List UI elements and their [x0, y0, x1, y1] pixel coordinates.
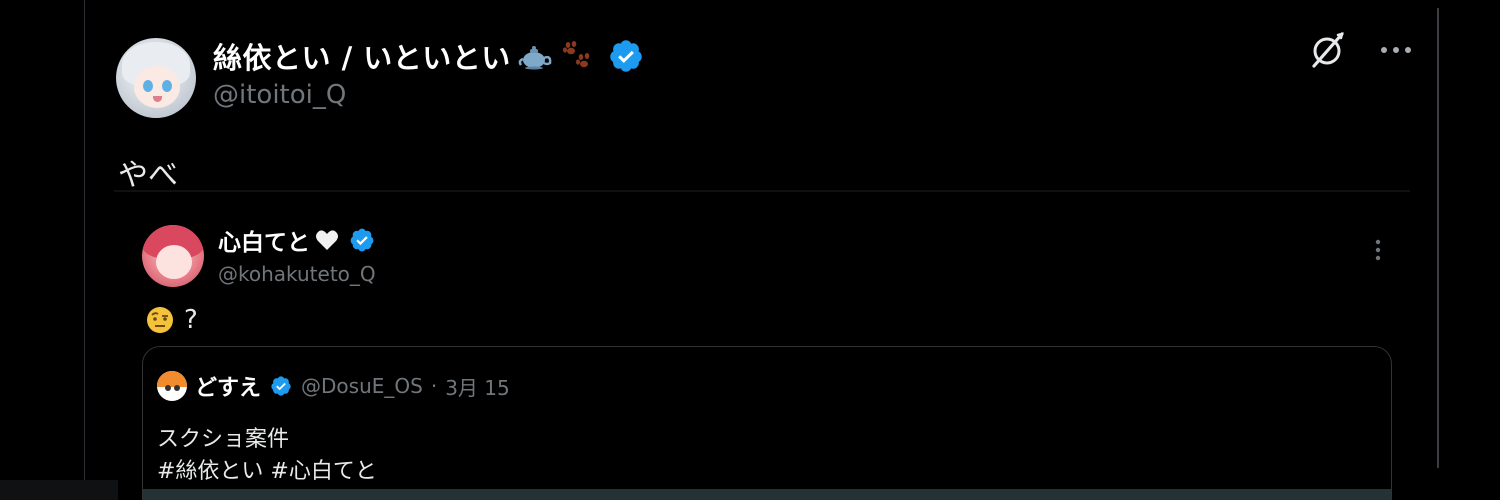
column-border-right: [1437, 8, 1439, 468]
verified-badge-icon[interactable]: [348, 226, 376, 254]
author-handle[interactable]: @itoitoi_Q: [213, 80, 346, 110]
nested-quote-avatar[interactable]: [157, 371, 187, 401]
avatar-face: [156, 245, 192, 279]
nested-quote-date[interactable]: 3月 15: [445, 372, 510, 401]
author-display-name[interactable]: 絲依とい / いといとい: [213, 35, 511, 77]
post-text: やべ: [118, 158, 178, 193]
quoted-author-avatar[interactable]: [142, 225, 204, 287]
white-heart-icon: [314, 227, 340, 253]
corner-shade: [0, 480, 118, 500]
nested-quote-media-preview[interactable]: [143, 489, 1391, 500]
avatar-eye-left: [165, 385, 171, 391]
author-name-row[interactable]: 絲依とい / いといとい: [213, 36, 645, 76]
nested-quote-hashtags[interactable]: #絲依とい #心白てと: [157, 453, 377, 485]
avatar-eye-left: [143, 80, 153, 92]
avatar-hair: [157, 371, 187, 387]
quoted-author-handle[interactable]: @kohakuteto_Q: [218, 262, 376, 286]
face-with-raised-eyebrow-icon: [144, 304, 176, 336]
post-divider: [114, 190, 1410, 192]
nested-quote-handle[interactable]: @DosuE_OS: [301, 374, 423, 398]
timeline-view: 絲依とい / いといとい @itoitoi_Q やべ 心白てと @kohakut…: [0, 0, 1500, 500]
grok-icon[interactable]: [1306, 28, 1350, 72]
verified-badge-icon[interactable]: [269, 374, 293, 398]
more-horizontal-icon[interactable]: [1376, 30, 1416, 70]
separator-dot: ·: [430, 374, 438, 398]
nested-quote-card[interactable]: どすえ @DosuE_OS · 3月 15 スクショ案件 #絲依とい #心白てと: [142, 346, 1392, 500]
teapot-icon: [517, 38, 553, 74]
avatar-eye-right: [174, 385, 180, 391]
nested-quote-header: どすえ @DosuE_OS · 3月 15: [157, 369, 510, 403]
quoted-post-text-body: ?: [184, 305, 198, 335]
author-avatar[interactable]: [116, 38, 196, 118]
paw-prints-icon: [559, 38, 595, 74]
nested-quote-text-line: スクショ案件: [157, 427, 290, 452]
quoted-author-display-name[interactable]: 心白てと: [218, 223, 310, 257]
more-vertical-icon[interactable]: [1366, 236, 1390, 264]
avatar-eye-right: [162, 80, 172, 92]
quoted-author-name-row[interactable]: 心白てと: [218, 223, 376, 257]
quoted-post-text: ?: [144, 302, 198, 338]
post-header-actions: [1306, 28, 1416, 72]
column-border-left: [84, 0, 85, 480]
nested-quote-display-name[interactable]: どすえ: [195, 370, 261, 402]
verified-badge-icon[interactable]: [607, 37, 645, 75]
